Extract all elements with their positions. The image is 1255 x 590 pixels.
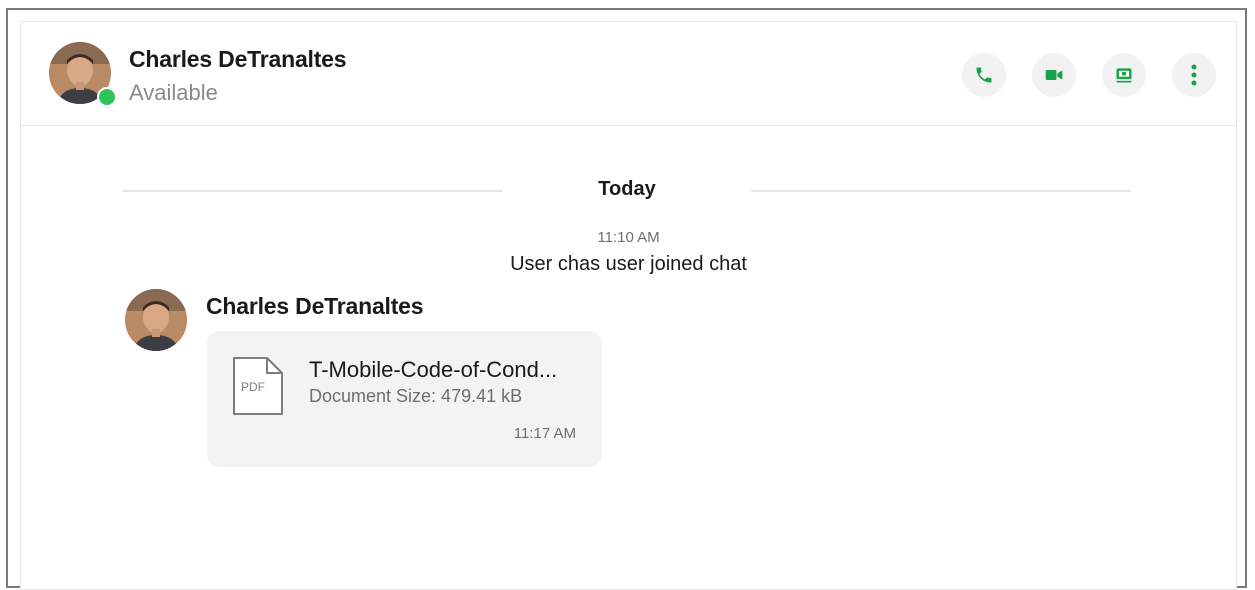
video-camera-icon <box>1043 65 1065 85</box>
pdf-file-icon: PDF <box>231 355 285 422</box>
screen-share-icon <box>1113 65 1135 85</box>
chat-header: Charles DeTranaltes Available <box>21 22 1236 126</box>
contact-status: Available <box>129 80 218 105</box>
header-actions <box>962 53 1216 97</box>
message-sender-name: Charles DeTranaltes <box>206 293 424 319</box>
system-message-text: User chas user joined chat <box>510 253 747 275</box>
sender-avatar[interactable] <box>125 289 187 351</box>
system-message-time: 11:10 AM <box>597 229 660 246</box>
screen-share-button[interactable] <box>1102 53 1146 97</box>
day-divider-line-right <box>751 190 1131 192</box>
attachment-file-size: Document Size: 479.41 kB <box>309 386 523 406</box>
day-divider-label: Today <box>598 178 656 200</box>
video-call-button[interactable] <box>1032 53 1076 97</box>
chat-window-frame: Charles DeTranaltes Available Today 11:1… <box>6 8 1247 590</box>
voice-call-button[interactable] <box>962 53 1006 97</box>
message-list[interactable]: Today 11:10 AM User chas user joined cha… <box>21 126 1236 589</box>
more-vertical-icon <box>1190 63 1198 87</box>
contact-name: Charles DeTranaltes <box>129 46 347 72</box>
pdf-type-label: PDF <box>241 380 265 394</box>
phone-icon <box>974 65 994 85</box>
online-status-dot <box>97 87 117 107</box>
day-divider-line-left <box>123 190 503 192</box>
chat-panel: Charles DeTranaltes Available Today 11:1… <box>20 21 1237 590</box>
file-attachment-bubble[interactable]: PDF T-Mobile-Code-of-Cond... Document Si… <box>207 331 602 467</box>
attachment-file-name: T-Mobile-Code-of-Cond... <box>309 357 558 382</box>
more-options-button[interactable] <box>1172 53 1216 97</box>
message-timestamp: 11:17 AM <box>513 425 576 442</box>
